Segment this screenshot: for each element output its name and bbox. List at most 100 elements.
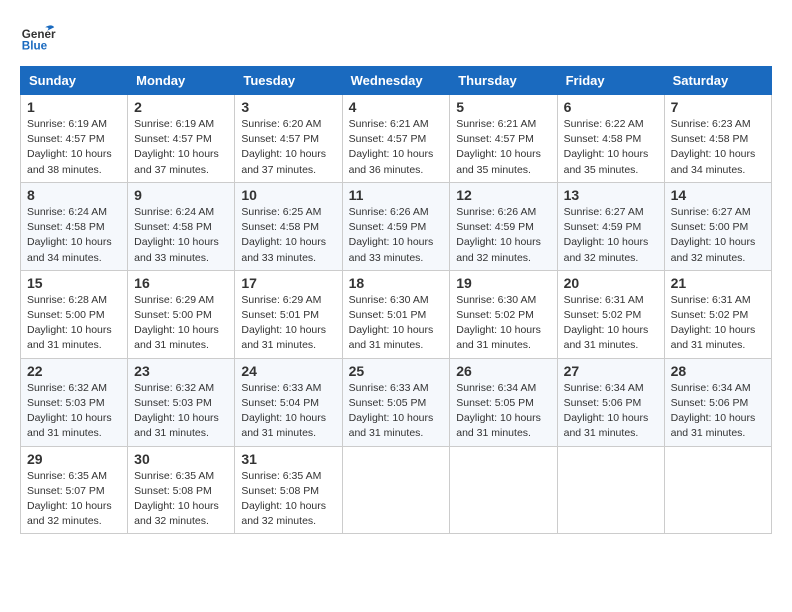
calendar-cell: 2 Sunrise: 6:19 AM Sunset: 4:57 PM Daylig… — [128, 95, 235, 183]
day-info: Sunrise: 6:29 AM Sunset: 5:01 PM Dayligh… — [241, 293, 335, 354]
day-number: 23 — [134, 363, 228, 379]
calendar-cell: 12 Sunrise: 6:26 AM Sunset: 4:59 PM Dayli… — [450, 182, 557, 270]
calendar-cell: 6 Sunrise: 6:22 AM Sunset: 4:58 PM Daylig… — [557, 95, 664, 183]
calendar-cell — [557, 446, 664, 534]
col-header-sunday: Sunday — [21, 67, 128, 95]
day-number: 12 — [456, 187, 550, 203]
calendar-week-row: 1 Sunrise: 6:19 AM Sunset: 4:57 PM Daylig… — [21, 95, 772, 183]
calendar-cell: 30Sunrise: 6:35 AM Sunset: 5:08 PM Dayli… — [128, 446, 235, 534]
day-info: Sunrise: 6:34 AM Sunset: 5:06 PM Dayligh… — [671, 381, 765, 442]
calendar-cell: 25Sunrise: 6:33 AM Sunset: 5:05 PM Dayli… — [342, 358, 450, 446]
calendar-cell — [342, 446, 450, 534]
day-number: 21 — [671, 275, 765, 291]
calendar-cell — [450, 446, 557, 534]
day-info: Sunrise: 6:23 AM Sunset: 4:58 PM Dayligh… — [671, 117, 765, 178]
day-info: Sunrise: 6:33 AM Sunset: 5:04 PM Dayligh… — [241, 381, 335, 442]
calendar-header-row: SundayMondayTuesdayWednesdayThursdayFrid… — [21, 67, 772, 95]
calendar-cell: 13 Sunrise: 6:27 AM Sunset: 4:59 PM Dayli… — [557, 182, 664, 270]
day-info: Sunrise: 6:25 AM Sunset: 4:58 PM Dayligh… — [241, 205, 335, 266]
day-number: 8 — [27, 187, 121, 203]
day-number: 19 — [456, 275, 550, 291]
day-info: Sunrise: 6:19 AM Sunset: 4:57 PM Dayligh… — [27, 117, 121, 178]
calendar-cell: 5 Sunrise: 6:21 AM Sunset: 4:57 PM Daylig… — [450, 95, 557, 183]
day-info: Sunrise: 6:31 AM Sunset: 5:02 PM Dayligh… — [564, 293, 658, 354]
day-info: Sunrise: 6:28 AM Sunset: 5:00 PM Dayligh… — [27, 293, 121, 354]
day-info: Sunrise: 6:21 AM Sunset: 4:57 PM Dayligh… — [456, 117, 550, 178]
day-info: Sunrise: 6:27 AM Sunset: 5:00 PM Dayligh… — [671, 205, 765, 266]
day-number: 1 — [27, 99, 121, 115]
day-number: 29 — [27, 451, 121, 467]
day-number: 17 — [241, 275, 335, 291]
logo: General Blue — [20, 20, 62, 56]
calendar-cell: 21 Sunrise: 6:31 AM Sunset: 5:02 PM Dayli… — [664, 270, 771, 358]
day-number: 14 — [671, 187, 765, 203]
calendar-cell: 28 Sunrise: 6:34 AM Sunset: 5:06 PM Dayli… — [664, 358, 771, 446]
calendar-cell: 7 Sunrise: 6:23 AM Sunset: 4:58 PM Daylig… — [664, 95, 771, 183]
col-header-wednesday: Wednesday — [342, 67, 450, 95]
day-info: Sunrise: 6:24 AM Sunset: 4:58 PM Dayligh… — [27, 205, 121, 266]
col-header-thursday: Thursday — [450, 67, 557, 95]
day-number: 4 — [349, 99, 444, 115]
day-number: 9 — [134, 187, 228, 203]
day-number: 15 — [27, 275, 121, 291]
day-info: Sunrise: 6:30 AM Sunset: 5:01 PM Dayligh… — [349, 293, 444, 354]
day-number: 20 — [564, 275, 658, 291]
day-info: Sunrise: 6:32 AM Sunset: 5:03 PM Dayligh… — [134, 381, 228, 442]
calendar-cell: 23 Sunrise: 6:32 AM Sunset: 5:03 PM Dayli… — [128, 358, 235, 446]
day-info: Sunrise: 6:22 AM Sunset: 4:58 PM Dayligh… — [564, 117, 658, 178]
col-header-monday: Monday — [128, 67, 235, 95]
day-info: Sunrise: 6:29 AM Sunset: 5:00 PM Dayligh… — [134, 293, 228, 354]
calendar-cell: 9 Sunrise: 6:24 AM Sunset: 4:58 PM Daylig… — [128, 182, 235, 270]
calendar-cell: 29Sunrise: 6:35 AM Sunset: 5:07 PM Dayli… — [21, 446, 128, 534]
calendar-cell: 3 Sunrise: 6:20 AM Sunset: 4:57 PM Daylig… — [235, 95, 342, 183]
calendar-week-row: 22 Sunrise: 6:32 AM Sunset: 5:03 PM Dayli… — [21, 358, 772, 446]
logo-icon: General Blue — [20, 20, 56, 56]
calendar-cell: 17 Sunrise: 6:29 AM Sunset: 5:01 PM Dayli… — [235, 270, 342, 358]
calendar-cell: 24 Sunrise: 6:33 AM Sunset: 5:04 PM Dayli… — [235, 358, 342, 446]
day-info: Sunrise: 6:21 AM Sunset: 4:57 PM Dayligh… — [349, 117, 444, 178]
day-number: 3 — [241, 99, 335, 115]
calendar-cell: 10 Sunrise: 6:25 AM Sunset: 4:58 PM Dayli… — [235, 182, 342, 270]
day-number: 6 — [564, 99, 658, 115]
calendar-week-row: 29Sunrise: 6:35 AM Sunset: 5:07 PM Dayli… — [21, 446, 772, 534]
day-number: 25 — [349, 363, 444, 379]
day-number: 5 — [456, 99, 550, 115]
calendar-cell: 11 Sunrise: 6:26 AM Sunset: 4:59 PM Dayli… — [342, 182, 450, 270]
day-number: 24 — [241, 363, 335, 379]
day-number: 28 — [671, 363, 765, 379]
day-info: Sunrise: 6:19 AM Sunset: 4:57 PM Dayligh… — [134, 117, 228, 178]
calendar-cell: 16 Sunrise: 6:29 AM Sunset: 5:00 PM Dayli… — [128, 270, 235, 358]
day-number: 26 — [456, 363, 550, 379]
calendar-cell: 15 Sunrise: 6:28 AM Sunset: 5:00 PM Dayli… — [21, 270, 128, 358]
col-header-tuesday: Tuesday — [235, 67, 342, 95]
day-info: Sunrise: 6:26 AM Sunset: 4:59 PM Dayligh… — [349, 205, 444, 266]
calendar-cell: 8 Sunrise: 6:24 AM Sunset: 4:58 PM Daylig… — [21, 182, 128, 270]
calendar-table: SundayMondayTuesdayWednesdayThursdayFrid… — [20, 66, 772, 534]
calendar-cell: 19Sunrise: 6:30 AM Sunset: 5:02 PM Dayli… — [450, 270, 557, 358]
day-number: 7 — [671, 99, 765, 115]
calendar-cell: 18Sunrise: 6:30 AM Sunset: 5:01 PM Dayli… — [342, 270, 450, 358]
day-info: Sunrise: 6:20 AM Sunset: 4:57 PM Dayligh… — [241, 117, 335, 178]
calendar-cell: 26 Sunrise: 6:34 AM Sunset: 5:05 PM Dayli… — [450, 358, 557, 446]
day-number: 2 — [134, 99, 228, 115]
day-info: Sunrise: 6:32 AM Sunset: 5:03 PM Dayligh… — [27, 381, 121, 442]
day-info: Sunrise: 6:35 AM Sunset: 5:08 PM Dayligh… — [134, 469, 228, 530]
day-number: 11 — [349, 187, 444, 203]
col-header-saturday: Saturday — [664, 67, 771, 95]
day-number: 22 — [27, 363, 121, 379]
svg-text:Blue: Blue — [22, 40, 48, 53]
calendar-cell: 31Sunrise: 6:35 AM Sunset: 5:08 PM Dayli… — [235, 446, 342, 534]
calendar-cell: 27Sunrise: 6:34 AM Sunset: 5:06 PM Dayli… — [557, 358, 664, 446]
day-info: Sunrise: 6:34 AM Sunset: 5:06 PM Dayligh… — [564, 381, 658, 442]
day-number: 16 — [134, 275, 228, 291]
day-number: 10 — [241, 187, 335, 203]
calendar-cell: 4 Sunrise: 6:21 AM Sunset: 4:57 PM Daylig… — [342, 95, 450, 183]
day-info: Sunrise: 6:26 AM Sunset: 4:59 PM Dayligh… — [456, 205, 550, 266]
col-header-friday: Friday — [557, 67, 664, 95]
day-info: Sunrise: 6:24 AM Sunset: 4:58 PM Dayligh… — [134, 205, 228, 266]
day-number: 13 — [564, 187, 658, 203]
day-info: Sunrise: 6:34 AM Sunset: 5:05 PM Dayligh… — [456, 381, 550, 442]
day-info: Sunrise: 6:27 AM Sunset: 4:59 PM Dayligh… — [564, 205, 658, 266]
calendar-cell: 14 Sunrise: 6:27 AM Sunset: 5:00 PM Dayli… — [664, 182, 771, 270]
day-info: Sunrise: 6:31 AM Sunset: 5:02 PM Dayligh… — [671, 293, 765, 354]
